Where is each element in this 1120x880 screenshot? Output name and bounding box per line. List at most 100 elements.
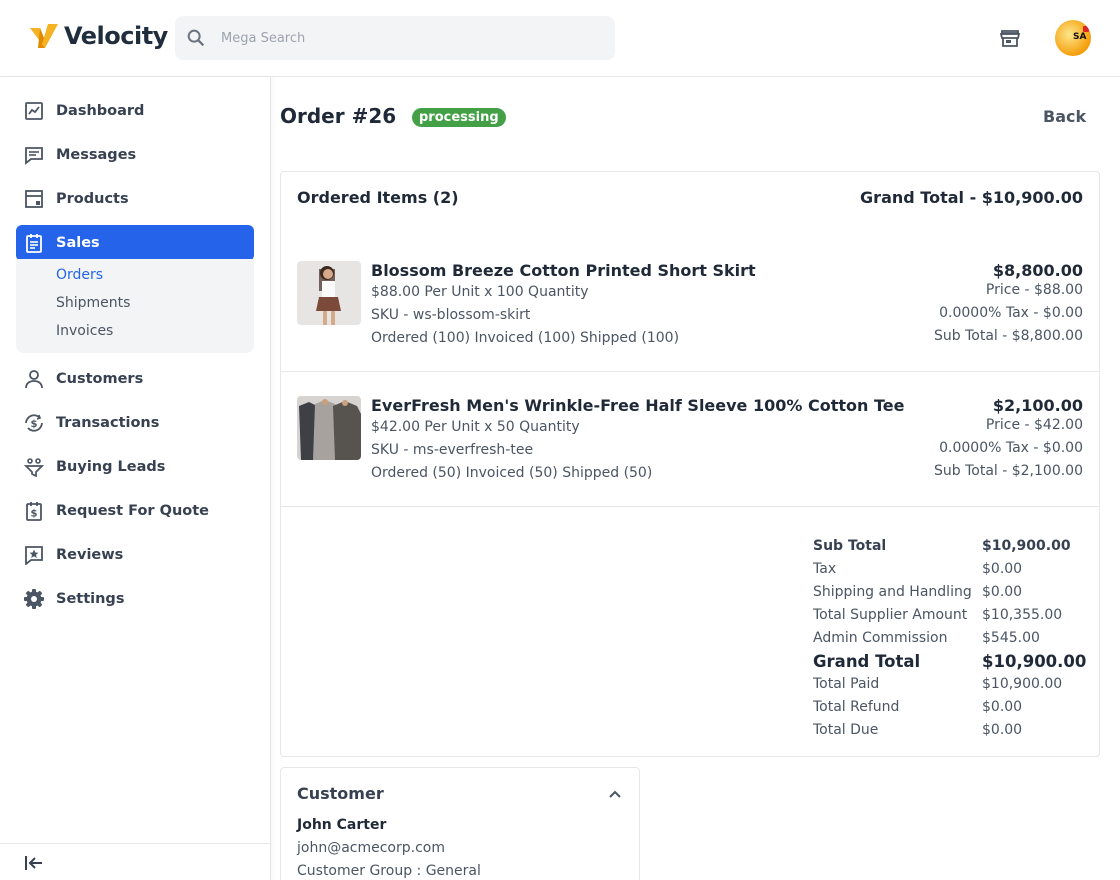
reviews-icon <box>23 544 45 566</box>
customer-name: John Carter <box>297 817 387 833</box>
sidebar-item-buying-leads[interactable]: Buying Leads <box>16 449 254 485</box>
sidebar-item-reviews[interactable]: Reviews <box>16 537 254 573</box>
sidebar-item-label: Reviews <box>56 547 124 563</box>
item-price: Price - $42.00 <box>985 417 1083 433</box>
item-price: Price - $88.00 <box>985 282 1083 298</box>
brand-logo[interactable]: Velocity <box>28 20 168 52</box>
sidebar-item-label: Messages <box>56 147 137 163</box>
products-icon <box>23 188 45 210</box>
customer-group: Customer Group : General <box>297 863 481 879</box>
collapse-sidebar-button[interactable] <box>0 843 270 880</box>
order-item: Blossom Breeze Cotton Printed Short Skir… <box>281 237 1099 372</box>
item-name: Blossom Breeze Cotton Printed Short Skir… <box>371 261 756 280</box>
mega-search[interactable] <box>175 16 615 60</box>
status-badge: processing <box>412 108 506 127</box>
sidebar-item-label: Settings <box>56 591 125 607</box>
svg-text:$: $ <box>31 419 38 430</box>
search-icon <box>187 29 205 47</box>
sidebar-item-label: Request For Quote <box>56 503 210 519</box>
summary-label: Grand Total <box>813 652 921 671</box>
ordered-items-heading: Ordered Items (2) <box>297 188 459 207</box>
summary-value: $0.00 <box>982 561 1023 577</box>
item-status-line: Ordered (50) Invoiced (50) Shipped (50) <box>371 465 653 481</box>
item-total: $2,100.00 <box>992 396 1083 415</box>
user-avatar[interactable]: SA <box>1055 20 1091 56</box>
brand-name: Velocity <box>64 22 168 50</box>
item-sku: SKU - ms-everfresh-tee <box>371 442 534 458</box>
summary-value: $10,900.00 <box>982 676 1063 692</box>
svg-text:$: $ <box>31 509 38 520</box>
item-subtotal: Sub Total - $2,100.00 <box>934 463 1083 479</box>
sidebar: Dashboard Messages Products Sales Orders… <box>0 77 271 880</box>
summary-value: $0.00 <box>982 722 1023 738</box>
item-subtotal: Sub Total - $8,800.00 <box>934 328 1083 344</box>
transactions-icon: $ <box>23 412 45 434</box>
sidebar-item-label: Products <box>56 191 129 207</box>
summary-value: $545.00 <box>982 630 1040 646</box>
store-icon[interactable] <box>998 26 1022 50</box>
messages-icon <box>23 144 45 166</box>
summary-label: Admin Commission <box>813 630 948 646</box>
summary-label: Shipping and Handling <box>813 584 972 600</box>
skirt-product-image <box>297 261 361 325</box>
item-name: EverFresh Men's Wrinkle-Free Half Sleeve… <box>371 396 905 415</box>
order-item: EverFresh Men's Wrinkle-Free Half Sleeve… <box>281 372 1099 507</box>
summary-label: Total Paid <box>813 676 880 692</box>
customers-icon <box>23 368 45 390</box>
summary-label: Total Supplier Amount <box>813 607 968 623</box>
quote-icon: $ <box>23 500 45 522</box>
summary-value: $10,355.00 <box>982 607 1063 623</box>
grand-total-heading: Grand Total - $10,900.00 <box>860 188 1083 207</box>
sidebar-item-products[interactable]: Products <box>16 181 254 217</box>
sidebar-item-label: Customers <box>56 371 144 387</box>
summary-value: $0.00 <box>982 699 1023 715</box>
collapse-sidebar-icon <box>25 856 42 870</box>
item-sku: SKU - ws-blossom-skirt <box>371 307 531 323</box>
back-button[interactable]: Back <box>1043 107 1086 126</box>
submenu-item-invoices[interactable]: Invoices <box>56 323 113 339</box>
item-unit-quantity: $42.00 Per Unit x 50 Quantity <box>371 419 580 435</box>
avatar-initials: SA <box>1073 32 1087 42</box>
submenu-item-orders[interactable]: Orders <box>56 267 103 283</box>
product-thumbnail[interactable] <box>297 396 361 460</box>
summary-label: Total Due <box>813 722 879 738</box>
customer-heading: Customer <box>297 784 384 803</box>
sidebar-item-settings[interactable]: Settings <box>16 581 254 617</box>
velocity-logo-icon <box>30 24 58 48</box>
sales-icon <box>23 232 45 254</box>
product-thumbnail[interactable] <box>297 261 361 325</box>
item-unit-quantity: $88.00 Per Unit x 100 Quantity <box>371 284 589 300</box>
ordered-items-card: Ordered Items (2) Grand Total - $10,900.… <box>280 171 1100 757</box>
sidebar-item-dashboard[interactable]: Dashboard <box>16 93 254 129</box>
summary-label: Total Refund <box>813 699 900 715</box>
sidebar-item-customers[interactable]: Customers <box>16 361 254 397</box>
sidebar-item-label: Sales <box>56 235 100 251</box>
top-header: Velocity SA <box>0 0 1120 77</box>
item-tax: 0.0000% Tax - $0.00 <box>939 440 1083 456</box>
summary-label: Sub Total <box>813 538 887 554</box>
sidebar-item-label: Transactions <box>56 415 160 431</box>
dashboard-icon <box>23 100 45 122</box>
sidebar-item-label: Dashboard <box>56 103 145 119</box>
customer-email: john@acmecorp.com <box>297 840 445 856</box>
sidebar-item-request-for-quote[interactable]: $ Request For Quote <box>16 493 254 529</box>
sidebar-item-messages[interactable]: Messages <box>16 137 254 173</box>
sidebar-item-sales[interactable]: Sales <box>16 225 254 261</box>
submenu-item-shipments[interactable]: Shipments <box>56 295 130 311</box>
search-input[interactable] <box>221 30 581 46</box>
chevron-up-icon[interactable] <box>607 786 623 802</box>
customer-card: Customer John Carter john@acmecorp.com C… <box>280 767 640 880</box>
item-total: $8,800.00 <box>992 261 1083 280</box>
item-status-line: Ordered (100) Invoiced (100) Shipped (10… <box>371 330 680 346</box>
item-tax: 0.0000% Tax - $0.00 <box>939 305 1083 321</box>
summary-value: $0.00 <box>982 584 1023 600</box>
summary-value: $10,900.00 <box>982 538 1071 554</box>
tee-product-image <box>297 396 361 460</box>
funnel-icon <box>23 456 45 478</box>
gear-icon <box>23 588 45 610</box>
sidebar-item-transactions[interactable]: $ Transactions <box>16 405 254 441</box>
summary-label: Tax <box>813 561 837 577</box>
page-title: Order #26 <box>280 104 397 128</box>
sidebar-item-label: Buying Leads <box>56 459 166 475</box>
summary-value: $10,900.00 <box>982 652 1087 671</box>
